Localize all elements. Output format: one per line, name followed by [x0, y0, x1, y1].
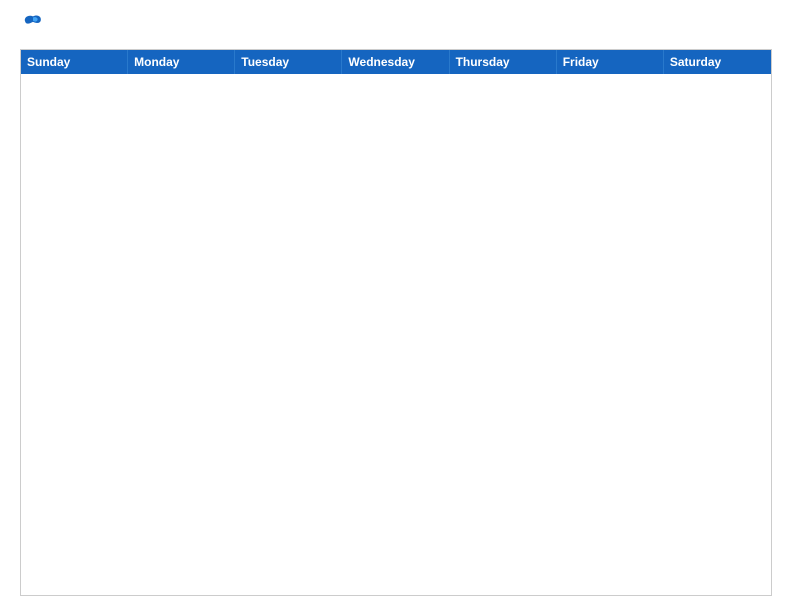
header	[20, 16, 772, 39]
logo-bird-icon	[22, 12, 44, 34]
calendar-header: SundayMondayTuesdayWednesdayThursdayFrid…	[21, 50, 771, 74]
calendar: SundayMondayTuesdayWednesdayThursdayFrid…	[20, 49, 772, 596]
weekday-header-saturday: Saturday	[664, 50, 771, 74]
weekday-header-wednesday: Wednesday	[342, 50, 449, 74]
page: SundayMondayTuesdayWednesdayThursdayFrid…	[0, 0, 792, 612]
calendar-body	[21, 74, 771, 595]
weekday-header-tuesday: Tuesday	[235, 50, 342, 74]
weekday-header-sunday: Sunday	[21, 50, 128, 74]
weekday-header-friday: Friday	[557, 50, 664, 74]
weekday-header-thursday: Thursday	[450, 50, 557, 74]
weekday-header-monday: Monday	[128, 50, 235, 74]
logo	[20, 16, 44, 39]
